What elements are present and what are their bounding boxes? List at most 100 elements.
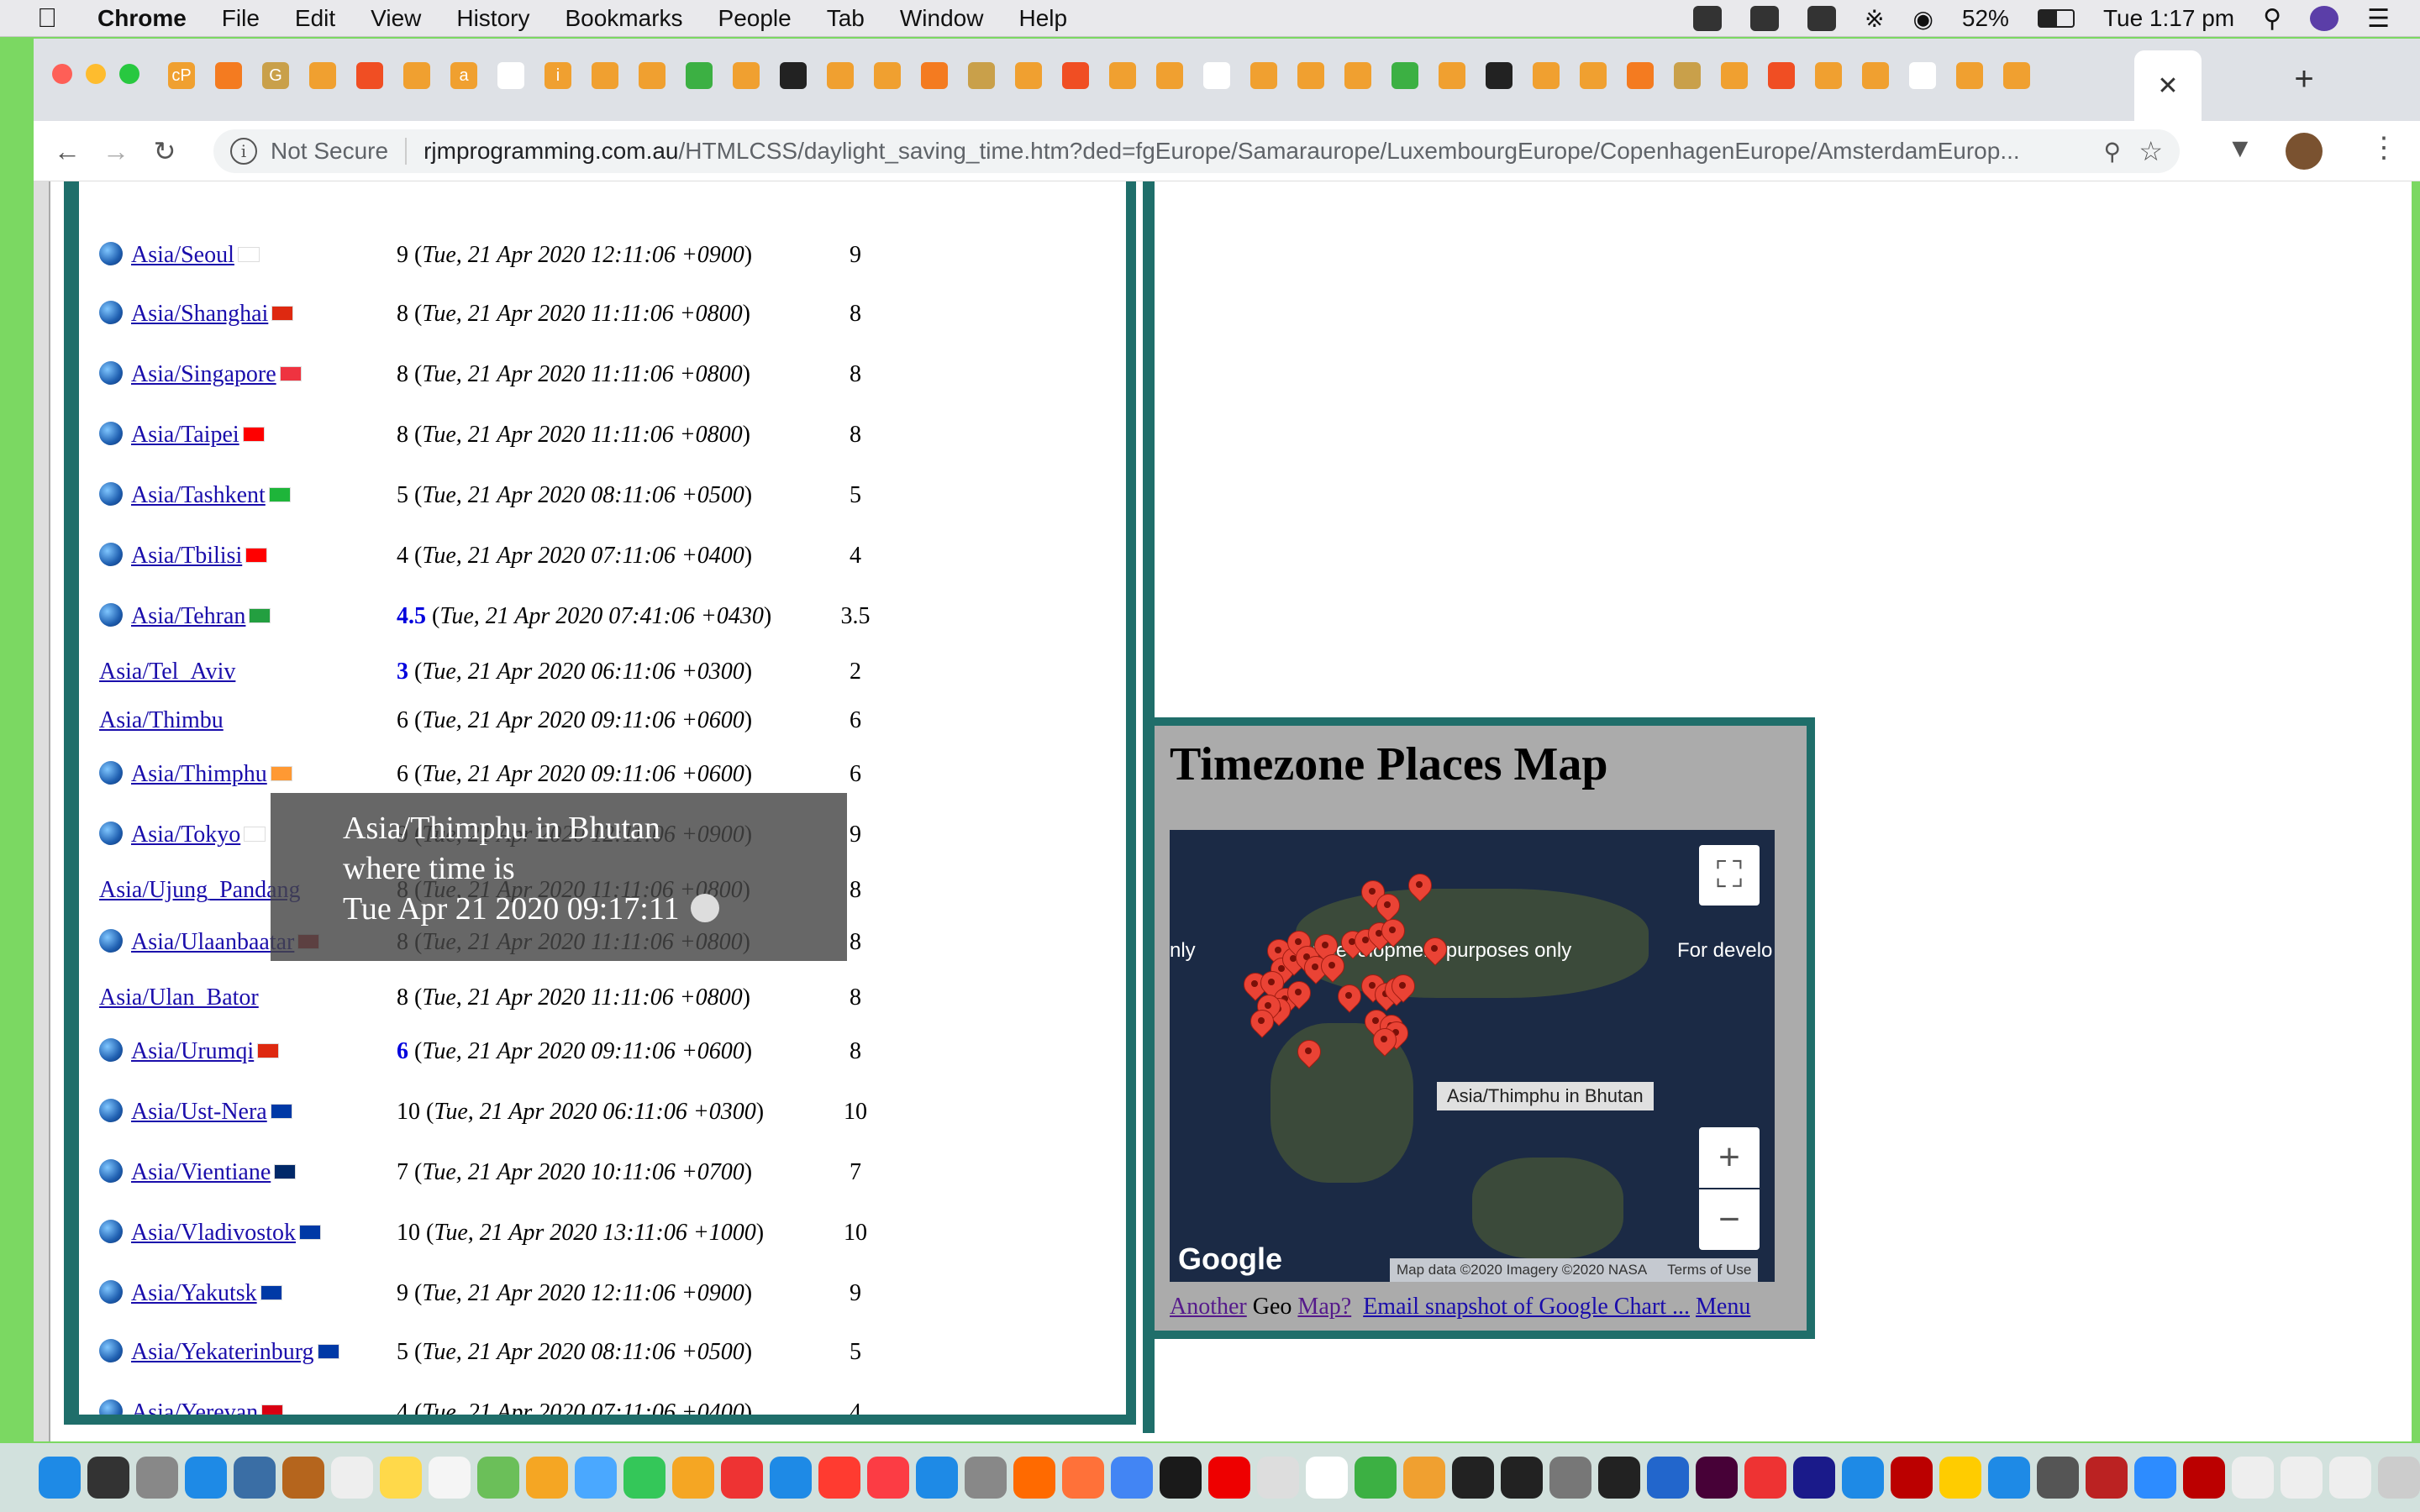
map-marker-icon[interactable] xyxy=(1321,954,1343,984)
dock-app-icon[interactable] xyxy=(1598,1457,1640,1499)
extension-icon[interactable]: ▼ xyxy=(2227,133,2254,164)
dock-app-icon[interactable] xyxy=(526,1457,568,1499)
tab-favicon[interactable] xyxy=(1297,62,1324,89)
dock-app-icon[interactable] xyxy=(1501,1457,1543,1499)
dock-app-icon[interactable] xyxy=(2329,1457,2371,1499)
dock-app-icon[interactable] xyxy=(1208,1457,1250,1499)
dock-app-icon[interactable] xyxy=(1696,1457,1738,1499)
dock-app-icon[interactable] xyxy=(1306,1457,1348,1499)
dock-app-icon[interactable] xyxy=(87,1457,129,1499)
battery-icon[interactable] xyxy=(2037,9,2075,28)
timezone-place-link[interactable]: Asia/Vientiane xyxy=(99,1159,297,1186)
timezone-place-link[interactable]: Asia/Tashkent xyxy=(99,482,291,509)
wifi-icon[interactable]: ◉ xyxy=(1912,5,1933,33)
tab-favicon[interactable] xyxy=(1533,62,1560,89)
fullscreen-icon[interactable]: ⛶ xyxy=(1699,845,1760,906)
tab-favicon[interactable] xyxy=(1721,62,1748,89)
dock-app-icon[interactable] xyxy=(331,1457,373,1499)
dock-app-icon[interactable] xyxy=(39,1457,81,1499)
tab-favicon[interactable] xyxy=(780,62,807,89)
tab-favicon[interactable] xyxy=(827,62,854,89)
siri-icon[interactable] xyxy=(2310,6,2339,31)
dock-app-icon[interactable] xyxy=(1355,1457,1397,1499)
zoom-window-button[interactable] xyxy=(119,64,139,84)
dock-app-icon[interactable] xyxy=(867,1457,909,1499)
timezone-place-link[interactable]: Asia/Taipei xyxy=(99,422,265,449)
address-bar[interactable]: i Not Secure rjmprogramming.com.au/HTMLC… xyxy=(213,129,2180,173)
menu-window[interactable]: Window xyxy=(900,5,984,32)
menu-link[interactable]: Menu xyxy=(1696,1294,1750,1320)
tab-favicon[interactable] xyxy=(1627,62,1654,89)
dock-app-icon[interactable] xyxy=(1549,1457,1591,1499)
google-map[interactable]: nly For development purposes only For de… xyxy=(1170,830,1775,1282)
timezone-place-link[interactable]: Asia/Urumqi xyxy=(99,1038,280,1065)
menubar-clock[interactable]: Tue 1:17 pm xyxy=(2103,5,2234,32)
timezone-place-link[interactable]: Asia/Vladivostok xyxy=(99,1220,321,1247)
map-marker-icon[interactable] xyxy=(1408,874,1430,904)
map-marker-icon[interactable] xyxy=(1338,984,1360,1015)
dock-app-icon[interactable] xyxy=(1160,1457,1202,1499)
info-icon[interactable]: i xyxy=(230,138,257,165)
dock-app-icon[interactable] xyxy=(2281,1457,2323,1499)
tab-favicon[interactable] xyxy=(309,62,336,89)
menu-help[interactable]: Help xyxy=(1018,5,1067,32)
tab-active[interactable]: ✕ xyxy=(2134,50,2202,121)
tab-favicon[interactable] xyxy=(1486,62,1512,89)
dock-app-icon[interactable] xyxy=(1744,1457,1786,1499)
menu-bookmarks[interactable]: Bookmarks xyxy=(565,5,682,32)
timezone-place-link[interactable]: Asia/Shanghai xyxy=(99,301,294,328)
tab-favicon[interactable] xyxy=(1862,62,1889,89)
menu-people[interactable]: People xyxy=(718,5,792,32)
tab-favicon[interactable] xyxy=(733,62,760,89)
timezone-place-link[interactable]: Asia/Yakutsk xyxy=(99,1280,282,1307)
terms-of-use-link[interactable]: Terms of Use xyxy=(1667,1262,1751,1278)
timezone-place-link[interactable]: Asia/Tbilisi xyxy=(99,543,268,570)
tab-favicon[interactable] xyxy=(1250,62,1277,89)
reload-icon[interactable]: ↻ xyxy=(146,133,183,170)
dock-app-icon[interactable] xyxy=(1257,1457,1299,1499)
map-marker-icon[interactable] xyxy=(1381,919,1403,949)
tab-favicon[interactable] xyxy=(403,62,430,89)
map-marker-icon[interactable] xyxy=(1373,1028,1395,1058)
dock-app-icon[interactable] xyxy=(429,1457,471,1499)
tab-favicon[interactable]: a xyxy=(450,62,477,89)
dock-app-icon[interactable] xyxy=(2134,1457,2176,1499)
timezone-place-link[interactable]: Asia/Tehran xyxy=(99,603,271,630)
not-secure-label[interactable]: Not Secure xyxy=(271,138,388,165)
menu-edit[interactable]: Edit xyxy=(295,5,335,32)
dock-app-icon[interactable] xyxy=(234,1457,276,1499)
new-tab-button[interactable]: + xyxy=(2286,60,2323,97)
tab-favicon[interactable] xyxy=(592,62,618,89)
airplay-icon[interactable] xyxy=(1807,6,1836,31)
forward-arrow-icon[interactable]: → xyxy=(97,133,134,170)
email-snapshot-link[interactable]: Email snapshot of Google Chart ... xyxy=(1363,1294,1690,1320)
dock-app-icon[interactable] xyxy=(672,1457,714,1499)
map-marker-icon[interactable] xyxy=(1250,1010,1272,1040)
tab-favicon[interactable] xyxy=(1580,62,1607,89)
timezone-place-link[interactable]: Asia/Yerevan xyxy=(99,1399,284,1415)
timezone-place-link[interactable]: Asia/Thimphu xyxy=(99,761,292,788)
dock-app-icon[interactable] xyxy=(2086,1457,2128,1499)
tab-favicon[interactable] xyxy=(1956,62,1983,89)
spotlight-search-icon[interactable]: ⚲ xyxy=(2263,4,2281,34)
dock-app-icon[interactable] xyxy=(2378,1457,2420,1499)
dock-app-icon[interactable] xyxy=(477,1457,519,1499)
timezone-place-link[interactable]: Asia/Seoul xyxy=(99,242,260,269)
close-window-button[interactable] xyxy=(52,64,72,84)
dock-app-icon[interactable] xyxy=(623,1457,666,1499)
tab-favicon[interactable] xyxy=(1062,62,1089,89)
back-arrow-icon[interactable]: ← xyxy=(49,133,86,170)
tab-favicon[interactable] xyxy=(1015,62,1042,89)
zoom-out-button[interactable]: − xyxy=(1699,1189,1760,1250)
dock-app-icon[interactable] xyxy=(1403,1457,1445,1499)
dock-app-icon[interactable] xyxy=(1793,1457,1835,1499)
menu-file[interactable]: File xyxy=(222,5,260,32)
tray-m-icon[interactable] xyxy=(1749,6,1779,31)
dock-app-icon[interactable] xyxy=(1111,1457,1153,1499)
map-marker-icon[interactable] xyxy=(1423,937,1445,968)
dock-app-icon[interactable] xyxy=(185,1457,227,1499)
bluetooth-icon[interactable]: ※ xyxy=(1865,5,1884,33)
dock-app-icon[interactable] xyxy=(1647,1457,1689,1499)
tab-favicon[interactable] xyxy=(215,62,242,89)
menu-history[interactable]: History xyxy=(456,5,529,32)
